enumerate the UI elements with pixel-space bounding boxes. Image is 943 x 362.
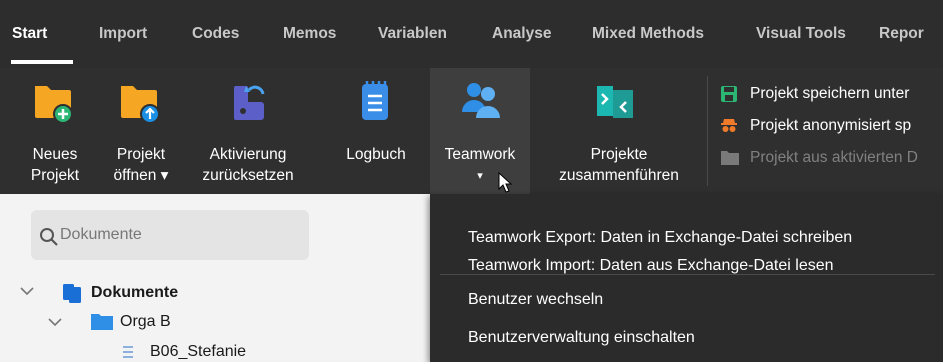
merge-projects-button[interactable]: Projekte zusammenführen [540,68,698,194]
anonymous-icon [721,119,737,132]
text-document-icon [123,346,133,358]
tab-memos[interactable]: Memos [283,22,336,46]
logbook-button[interactable]: Logbuch [336,68,416,194]
tree-node-b06-stefanie[interactable]: B06_Stefanie [150,343,246,361]
reset-activation-icon [234,85,265,120]
menu-item-switch-user[interactable]: Benutzer wechseln [468,288,603,312]
menu-item-enable-user-management[interactable]: Benutzerverwaltung einschalten [468,326,695,350]
mouse-cursor-icon [498,172,513,193]
logbook-label: Logbuch [346,146,406,163]
save-icon [721,86,737,102]
folder-plus-icon [35,86,73,124]
search-placeholder: Dokumente [60,226,142,243]
teamwork-button[interactable]: Teamwork ▾ [430,68,530,194]
anonymize-project-label: Projekt anonymisiert sp [750,117,912,134]
folder-icon [91,314,113,330]
notepad-icon [362,81,388,120]
tab-start[interactable]: Start [12,22,47,46]
tree-node-orga-b[interactable]: Orga B [120,313,171,331]
merge-icon [597,86,633,118]
users-icon [462,83,500,118]
reset-activation-label-2: zurücksetzen [202,167,294,184]
folder-upload-icon [121,86,160,124]
reset-activation-button[interactable]: Aktivierung zurücksetzen [185,68,311,194]
folder-icon [721,151,739,165]
tab-variablen[interactable]: Variablen [378,22,447,46]
project-from-activated-label: Projekt aus aktivierten D [750,149,918,166]
tab-reports[interactable]: Repor [879,22,924,46]
search-icon [40,228,58,246]
new-project-label-2: Projekt [30,167,80,184]
chevron-down-icon[interactable] [48,317,62,327]
tree-node-documents[interactable]: Dokumente [91,284,178,302]
ribbon-tab-bar: Start Import Codes Memos Variablen Analy… [0,0,943,68]
tab-mixed-methods[interactable]: Mixed Methods [592,22,704,46]
menu-separator [440,274,935,275]
teamwork-label: Teamwork [444,146,516,163]
tab-visual-tools[interactable]: Visual Tools [756,22,846,46]
open-project-label-2: öffnen ▾ [113,167,169,184]
ribbon-panel: Neues Projekt Projekt öffnen ▾ Aktivieru… [0,68,943,194]
ribbon-separator [707,76,708,186]
tab-analyse[interactable]: Analyse [492,22,551,46]
reset-activation-label-1: Aktivierung [209,146,287,163]
active-tab-indicator [11,60,73,64]
documents-icon [63,284,81,303]
open-project-label-1: Projekt [116,146,166,163]
new-project-label-1: Neues [32,146,78,163]
open-project-button[interactable]: Projekt öffnen ▾ [104,68,178,194]
menu-item-teamwork-export[interactable]: Teamwork Export: Daten in Exchange-Datei… [468,226,852,250]
teamwork-dropdown-arrow[interactable]: ▾ [430,166,530,187]
tab-import[interactable]: Import [99,22,147,46]
chevron-down-icon[interactable] [20,286,34,296]
teamwork-dropdown-menu: Teamwork Export: Daten in Exchange-Datei… [430,194,943,362]
tab-codes[interactable]: Codes [192,22,239,46]
merge-label-1: Projekte [590,146,648,163]
merge-label-2: zusammenführen [559,167,679,184]
new-project-button[interactable]: Neues Projekt [20,68,90,194]
save-project-as-label: Projekt speichern unter [750,85,910,102]
